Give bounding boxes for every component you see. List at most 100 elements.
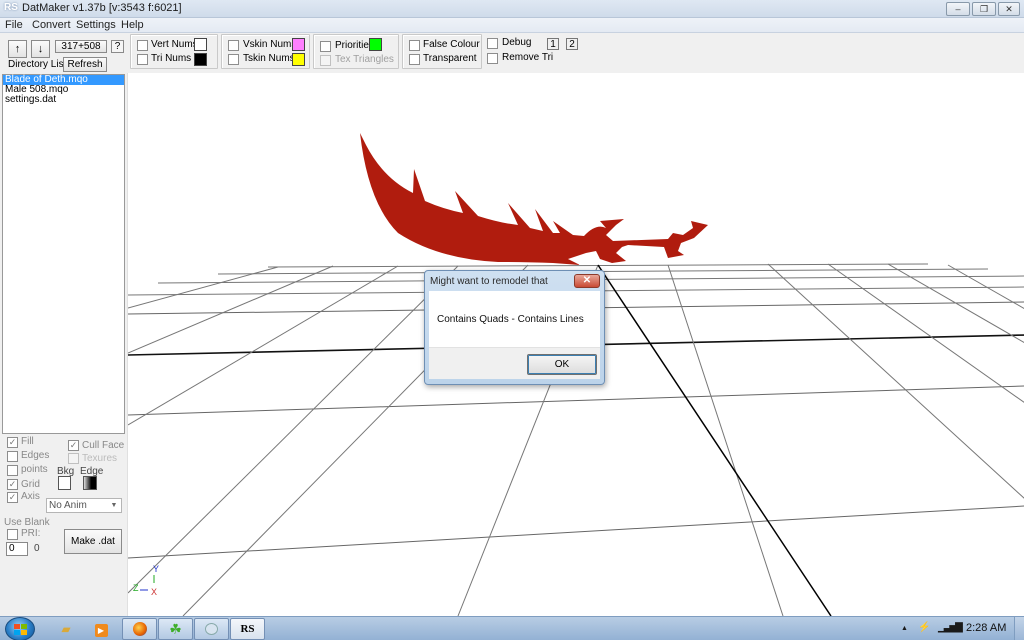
- chevron-down-icon: ▼: [110, 502, 118, 509]
- folder-icon: ▰: [61, 622, 71, 636]
- edges-label: Edges: [21, 450, 50, 461]
- tex-triangles-label: Tex Triangles: [335, 54, 394, 65]
- move-up-button[interactable]: ↑: [8, 40, 27, 58]
- dialog-title: Might want to remodel that: [430, 276, 548, 287]
- menu-file[interactable]: File: [5, 19, 23, 31]
- left-panel: Blade of Deth.mqo Male 508.mqo settings.…: [0, 73, 127, 616]
- fill-label: Fill: [21, 436, 34, 447]
- media-player-taskbar-icon[interactable]: ▶: [92, 619, 110, 639]
- axis-x-label: X: [151, 587, 157, 597]
- axis-checkbox[interactable]: ✓: [7, 492, 18, 503]
- pri-value: 0: [34, 543, 40, 554]
- pri-checkbox[interactable]: [7, 529, 18, 540]
- close-icon: ✕: [582, 275, 592, 286]
- render-group: False Colour Transparent: [402, 34, 482, 69]
- menu-help[interactable]: Help: [121, 19, 144, 31]
- use-blank-label: Use Blank: [4, 517, 50, 528]
- minimize-button[interactable]: –: [946, 2, 970, 16]
- app-icon: RS: [4, 2, 18, 13]
- ok-button[interactable]: OK: [527, 354, 597, 375]
- firefox-taskbar-button[interactable]: [122, 618, 157, 640]
- skin-group: Vskin Nums Tskin Nums: [221, 34, 310, 69]
- tri-nums-label: Tri Nums: [151, 53, 192, 64]
- axis-y-label: Y: [153, 564, 159, 574]
- axis-z-label: Z: [133, 583, 139, 593]
- refresh-button[interactable]: Refresh: [63, 57, 107, 72]
- leaf-icon: ☘: [169, 621, 182, 637]
- tskin-nums-checkbox[interactable]: [228, 54, 239, 65]
- close-button[interactable]: ✕: [998, 2, 1020, 16]
- file-list[interactable]: Blade of Deth.mqo Male 508.mqo settings.…: [2, 74, 125, 434]
- title-bar: RS DatMaker v1.37b [v:3543 f:6021] – ❐ ✕: [0, 0, 1024, 18]
- vert-nums-color-swatch[interactable]: [194, 38, 207, 51]
- arrow-down-icon: ↓: [37, 43, 44, 55]
- pri-input[interactable]: 0: [6, 542, 28, 556]
- size-button[interactable]: 317+508: [55, 40, 107, 53]
- arrow-up-icon: ↑: [14, 43, 21, 55]
- dialog-message: Contains Quads - Contains Lines: [437, 314, 584, 325]
- textures-checkbox[interactable]: [68, 453, 79, 464]
- cull-face-label: Cull Face: [82, 440, 125, 451]
- show-hidden-icons-button[interactable]: ▲: [901, 625, 908, 632]
- maximize-button[interactable]: ❐: [972, 2, 996, 16]
- vskin-nums-color-swatch[interactable]: [292, 38, 305, 51]
- priorities-checkbox[interactable]: [320, 41, 331, 52]
- help-button[interactable]: ?: [111, 40, 124, 53]
- vert-nums-label: Vert Nums: [151, 39, 198, 50]
- points-checkbox[interactable]: [7, 465, 18, 476]
- remove-tri-checkbox[interactable]: [487, 53, 498, 64]
- vert-nums-checkbox[interactable]: [137, 40, 148, 51]
- anim-select[interactable]: No Anim ▼: [46, 498, 122, 513]
- clock[interactable]: 2:28 AM: [966, 622, 1006, 634]
- edge-color-swatch[interactable]: [83, 476, 97, 490]
- axis-indicator: Y Z X: [133, 564, 159, 597]
- cull-face-checkbox[interactable]: ✓: [68, 440, 79, 451]
- priorities-color-swatch[interactable]: [369, 38, 382, 51]
- make-dat-button[interactable]: Make .dat: [64, 529, 122, 554]
- numbering-group: Vert Nums Tri Nums: [130, 34, 218, 69]
- transparent-checkbox[interactable]: [409, 54, 420, 65]
- start-button[interactable]: [5, 617, 35, 640]
- rs-app-icon: RS: [240, 623, 255, 635]
- axis-label: Axis: [21, 491, 40, 502]
- false-colour-checkbox[interactable]: [409, 40, 420, 51]
- blade-model: [360, 133, 708, 265]
- debug-box-2[interactable]: 2: [566, 38, 578, 50]
- anim-select-value: No Anim: [49, 500, 87, 511]
- menu-convert[interactable]: Convert: [32, 19, 71, 31]
- rs-taskbar-button[interactable]: RS: [230, 618, 265, 640]
- vskin-nums-checkbox[interactable]: [228, 40, 239, 51]
- file-list-item[interactable]: settings.dat: [3, 95, 124, 105]
- tskin-nums-color-swatch[interactable]: [292, 53, 305, 66]
- explorer-taskbar-icon[interactable]: ▰: [56, 619, 76, 639]
- grid-label: Grid: [21, 479, 40, 490]
- taskbar: ▰ ▶ ☘ RS ▲ ⚡ ▁▃▅▇ 2:28 AM: [0, 616, 1024, 640]
- debug-checkbox[interactable]: [487, 38, 498, 49]
- windows-logo-icon: [14, 624, 27, 635]
- dialog-body: Contains Quads - Contains Lines OK: [429, 291, 600, 379]
- dialog-footer: OK: [429, 347, 600, 379]
- menu-settings[interactable]: Settings: [76, 19, 116, 31]
- grid-checkbox[interactable]: ✓: [7, 479, 18, 490]
- leaf-app-taskbar-button[interactable]: ☘: [158, 618, 193, 640]
- bkg-color-swatch[interactable]: [58, 476, 71, 490]
- dialog-close-button[interactable]: ✕: [574, 274, 600, 288]
- message-dialog: Might want to remodel that ✕ Contains Qu…: [424, 270, 605, 385]
- move-down-button[interactable]: ↓: [31, 40, 50, 58]
- edges-checkbox[interactable]: [7, 451, 18, 462]
- firefox-icon: [132, 622, 147, 636]
- toolbar: ↑ ↓ 317+508 ? Directory List Refresh Ver…: [0, 33, 1024, 73]
- remove-tri-label: Remove Tri: [502, 52, 554, 63]
- priorities-group: Priorities Tex Triangles: [313, 34, 399, 69]
- tri-nums-checkbox[interactable]: [137, 54, 148, 65]
- power-icon[interactable]: ⚡: [918, 622, 930, 633]
- tri-nums-color-swatch[interactable]: [194, 53, 207, 66]
- signal-icon[interactable]: ▁▃▅▇: [938, 622, 963, 633]
- tex-triangles-checkbox[interactable]: [320, 55, 331, 66]
- directory-list-label: Directory List: [8, 59, 67, 70]
- paint-taskbar-button[interactable]: [194, 618, 229, 640]
- debug-box-1[interactable]: 1: [547, 38, 559, 50]
- false-colour-label: False Colour: [423, 39, 480, 50]
- fill-checkbox[interactable]: ✓: [7, 437, 18, 448]
- show-desktop-button[interactable]: [1014, 617, 1024, 640]
